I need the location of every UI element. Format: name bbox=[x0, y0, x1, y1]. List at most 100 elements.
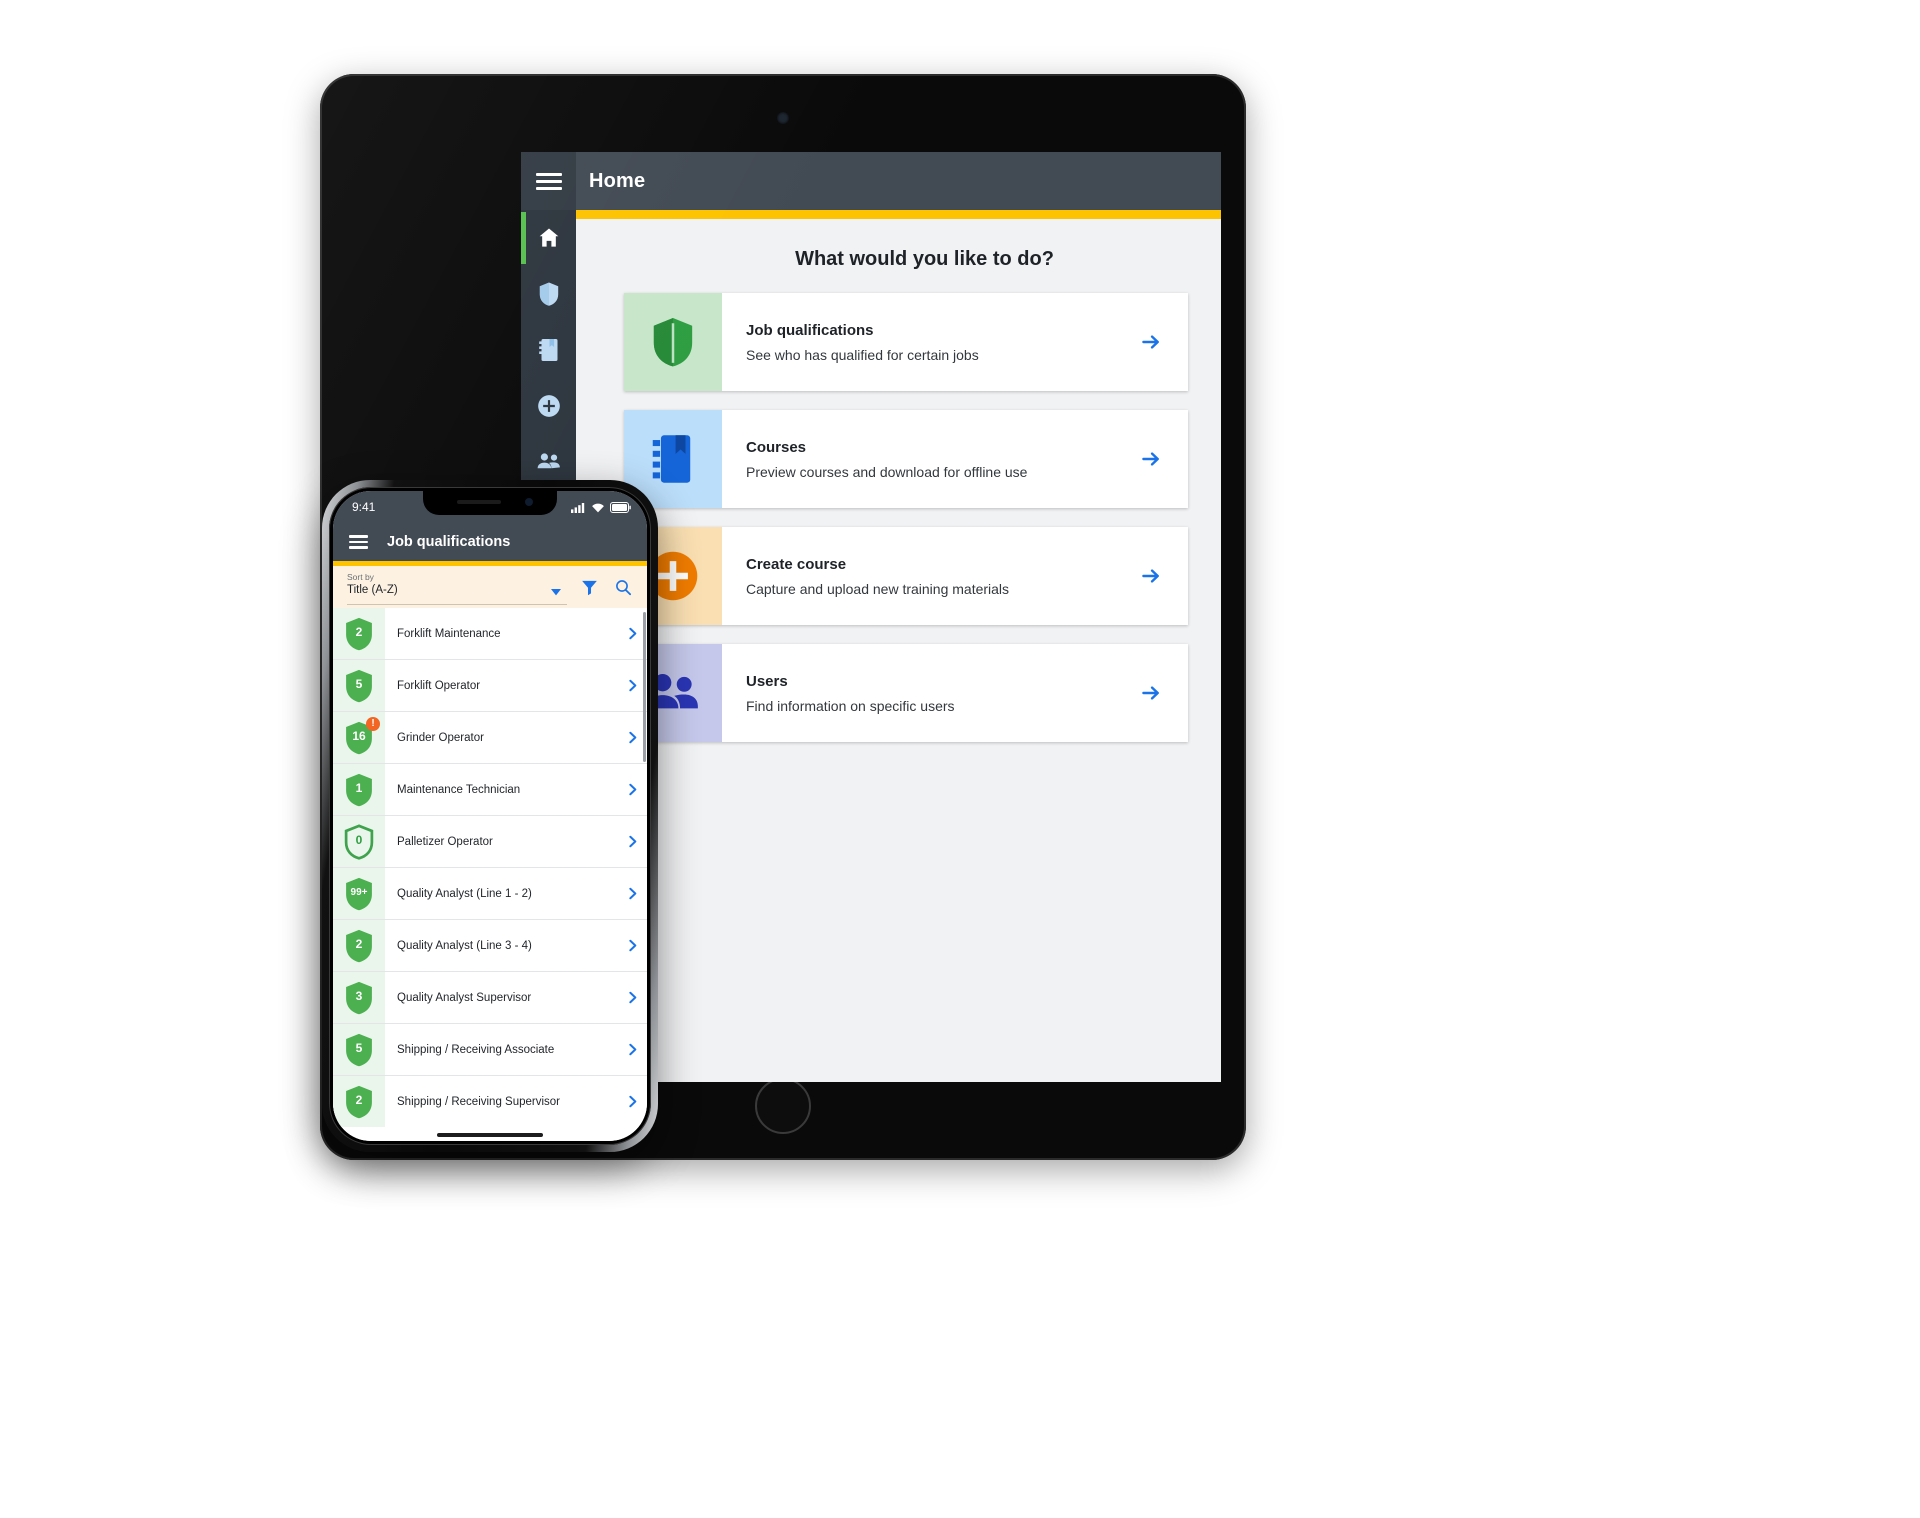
list-item[interactable]: 2 Shipping / Receiving Supervisor bbox=[333, 1076, 647, 1127]
rail-item-courses[interactable] bbox=[521, 322, 576, 378]
sort-by-select[interactable]: Sort by Title (A-Z) bbox=[347, 569, 567, 605]
shield-icon: 2 bbox=[342, 1083, 376, 1121]
list-item-label: Palletizer Operator bbox=[397, 835, 493, 848]
qualification-count: 5 bbox=[355, 1041, 363, 1055]
list-item-label: Quality Analyst Supervisor bbox=[397, 991, 532, 1004]
shield-icon bbox=[539, 282, 558, 306]
shield-icon: 1 bbox=[342, 771, 376, 809]
card-courses[interactable]: Courses Preview courses and download for… bbox=[624, 410, 1188, 508]
card-arrow-button[interactable] bbox=[1114, 527, 1188, 625]
list-item-label: Maintenance Technician bbox=[397, 783, 521, 796]
chevron-down-icon bbox=[551, 589, 561, 596]
qualification-count: 1 bbox=[355, 781, 363, 795]
hamburger-icon[interactable] bbox=[349, 532, 368, 551]
card-users[interactable]: Users Find information on specific users bbox=[624, 644, 1188, 742]
book-icon bbox=[538, 339, 557, 361]
tablet-content: What would you like to do? Job qualifica… bbox=[576, 219, 1221, 1082]
chevron-right-icon[interactable] bbox=[617, 939, 647, 952]
card-subtitle: Capture and upload new training material… bbox=[746, 580, 1010, 597]
list-item[interactable]: 2 Quality Analyst (Line 3 - 4) bbox=[333, 920, 647, 972]
filter-icon bbox=[581, 580, 597, 595]
home-icon bbox=[539, 228, 558, 247]
tablet-accent-bar bbox=[576, 210, 1221, 219]
list-item-label: Shipping / Receiving Supervisor bbox=[397, 1095, 561, 1108]
search-button[interactable] bbox=[611, 579, 635, 596]
card-arrow-button[interactable] bbox=[1114, 410, 1188, 508]
qualification-badge: 2 bbox=[333, 1076, 385, 1127]
chevron-right-icon[interactable] bbox=[617, 887, 647, 900]
phone-page-title: Job qualifications bbox=[387, 534, 511, 550]
list-item-label: Forklift Operator bbox=[397, 679, 481, 692]
list-item[interactable]: 99+ Quality Analyst (Line 1 - 2) bbox=[333, 868, 647, 920]
status-time: 9:41 bbox=[352, 500, 376, 514]
shield-icon: 99+ bbox=[342, 875, 376, 913]
speaker-icon bbox=[457, 500, 501, 504]
qualification-badge: 0 bbox=[333, 816, 385, 867]
tablet-card-list: Job qualifications See who has qualified… bbox=[576, 293, 1221, 742]
tablet-home-button[interactable] bbox=[755, 1078, 811, 1134]
chevron-right-icon bbox=[1142, 452, 1159, 466]
qualification-count: 2 bbox=[355, 625, 363, 639]
job-qualifications-list[interactable]: 2 Forklift Maintenance 5 Forklift Operator 1… bbox=[333, 608, 647, 1127]
chevron-right-icon bbox=[1142, 335, 1159, 349]
qualification-count: 2 bbox=[355, 1093, 363, 1107]
phone-notch bbox=[423, 491, 557, 515]
chevron-right-icon[interactable] bbox=[617, 1095, 647, 1108]
signal-icon bbox=[571, 502, 585, 513]
list-item[interactable]: 1 Maintenance Technician bbox=[333, 764, 647, 816]
front-camera-icon bbox=[525, 498, 533, 506]
list-item[interactable]: 16! Grinder Operator bbox=[333, 712, 647, 764]
list-item[interactable]: 5 Shipping / Receiving Associate bbox=[333, 1024, 647, 1076]
hamburger-icon bbox=[535, 169, 562, 194]
card-text: Job qualifications See who has qualified… bbox=[722, 293, 1114, 391]
tablet-camera-icon bbox=[777, 112, 789, 124]
status-indicators bbox=[571, 501, 631, 513]
qualification-badge: 5 bbox=[333, 1024, 385, 1075]
shield-icon: 3 bbox=[342, 979, 376, 1017]
list-item-label: Grinder Operator bbox=[397, 731, 484, 744]
tablet-menu-button[interactable] bbox=[521, 152, 576, 210]
qualification-count: 2 bbox=[355, 937, 363, 951]
qualification-badge: 99+ bbox=[333, 868, 385, 919]
shield-icon: 2 bbox=[342, 927, 376, 965]
card-subtitle: Find information on specific users bbox=[746, 697, 955, 714]
battery-icon bbox=[610, 501, 631, 513]
list-item[interactable]: 3 Quality Analyst Supervisor bbox=[333, 972, 647, 1024]
chevron-right-icon[interactable] bbox=[617, 1043, 647, 1056]
card-arrow-button[interactable] bbox=[1114, 293, 1188, 391]
shield-icon: 2 bbox=[342, 615, 376, 653]
filter-button[interactable] bbox=[577, 579, 601, 596]
chevron-right-icon[interactable] bbox=[617, 991, 647, 1004]
phone-home-indicator[interactable] bbox=[333, 1127, 647, 1141]
card-subtitle: See who has qualified for certain jobs bbox=[746, 346, 979, 363]
card-subtitle: Preview courses and download for offline… bbox=[746, 463, 1028, 480]
chevron-right-icon[interactable] bbox=[617, 835, 647, 848]
list-item-label: Forklift Maintenance bbox=[397, 627, 501, 640]
phone-sort-bar: Sort by Title (A-Z) bbox=[333, 566, 647, 608]
list-item[interactable]: 0 Palletizer Operator bbox=[333, 816, 647, 868]
rail-item-home[interactable] bbox=[521, 210, 576, 266]
book-icon bbox=[652, 435, 691, 483]
list-item-label: Quality Analyst (Line 1 - 2) bbox=[397, 887, 532, 900]
list-scrollbar[interactable] bbox=[643, 612, 646, 762]
qualification-badge: 2 bbox=[333, 920, 385, 971]
card-title: Users bbox=[746, 672, 788, 690]
qualification-badge: 16! bbox=[333, 712, 385, 763]
qualification-badge: 3 bbox=[333, 972, 385, 1023]
qualification-badge: 1 bbox=[333, 764, 385, 815]
chevron-right-icon[interactable] bbox=[617, 783, 647, 796]
card-job-qualifications[interactable]: Job qualifications See who has qualified… bbox=[624, 293, 1188, 391]
card-title: Courses bbox=[746, 438, 807, 456]
wifi-icon bbox=[592, 503, 604, 512]
shield-icon: 5 bbox=[342, 1031, 376, 1069]
card-arrow-button[interactable] bbox=[1114, 644, 1188, 742]
rail-item-create-course[interactable] bbox=[521, 378, 576, 434]
phone-bezel: 9:41 Job qualifications Sort by Title (A… bbox=[329, 487, 651, 1145]
card-create-course[interactable]: Create course Capture and upload new tra… bbox=[624, 527, 1188, 625]
screenshot-stage: Home What would you like to do? Job qual… bbox=[0, 0, 1920, 1518]
qualification-badge: 5 bbox=[333, 660, 385, 711]
rail-item-job-qualifications[interactable] bbox=[521, 266, 576, 322]
list-item[interactable]: 2 Forklift Maintenance bbox=[333, 608, 647, 660]
list-item[interactable]: 5 Forklift Operator bbox=[333, 660, 647, 712]
shield-icon: 0 bbox=[342, 823, 376, 861]
